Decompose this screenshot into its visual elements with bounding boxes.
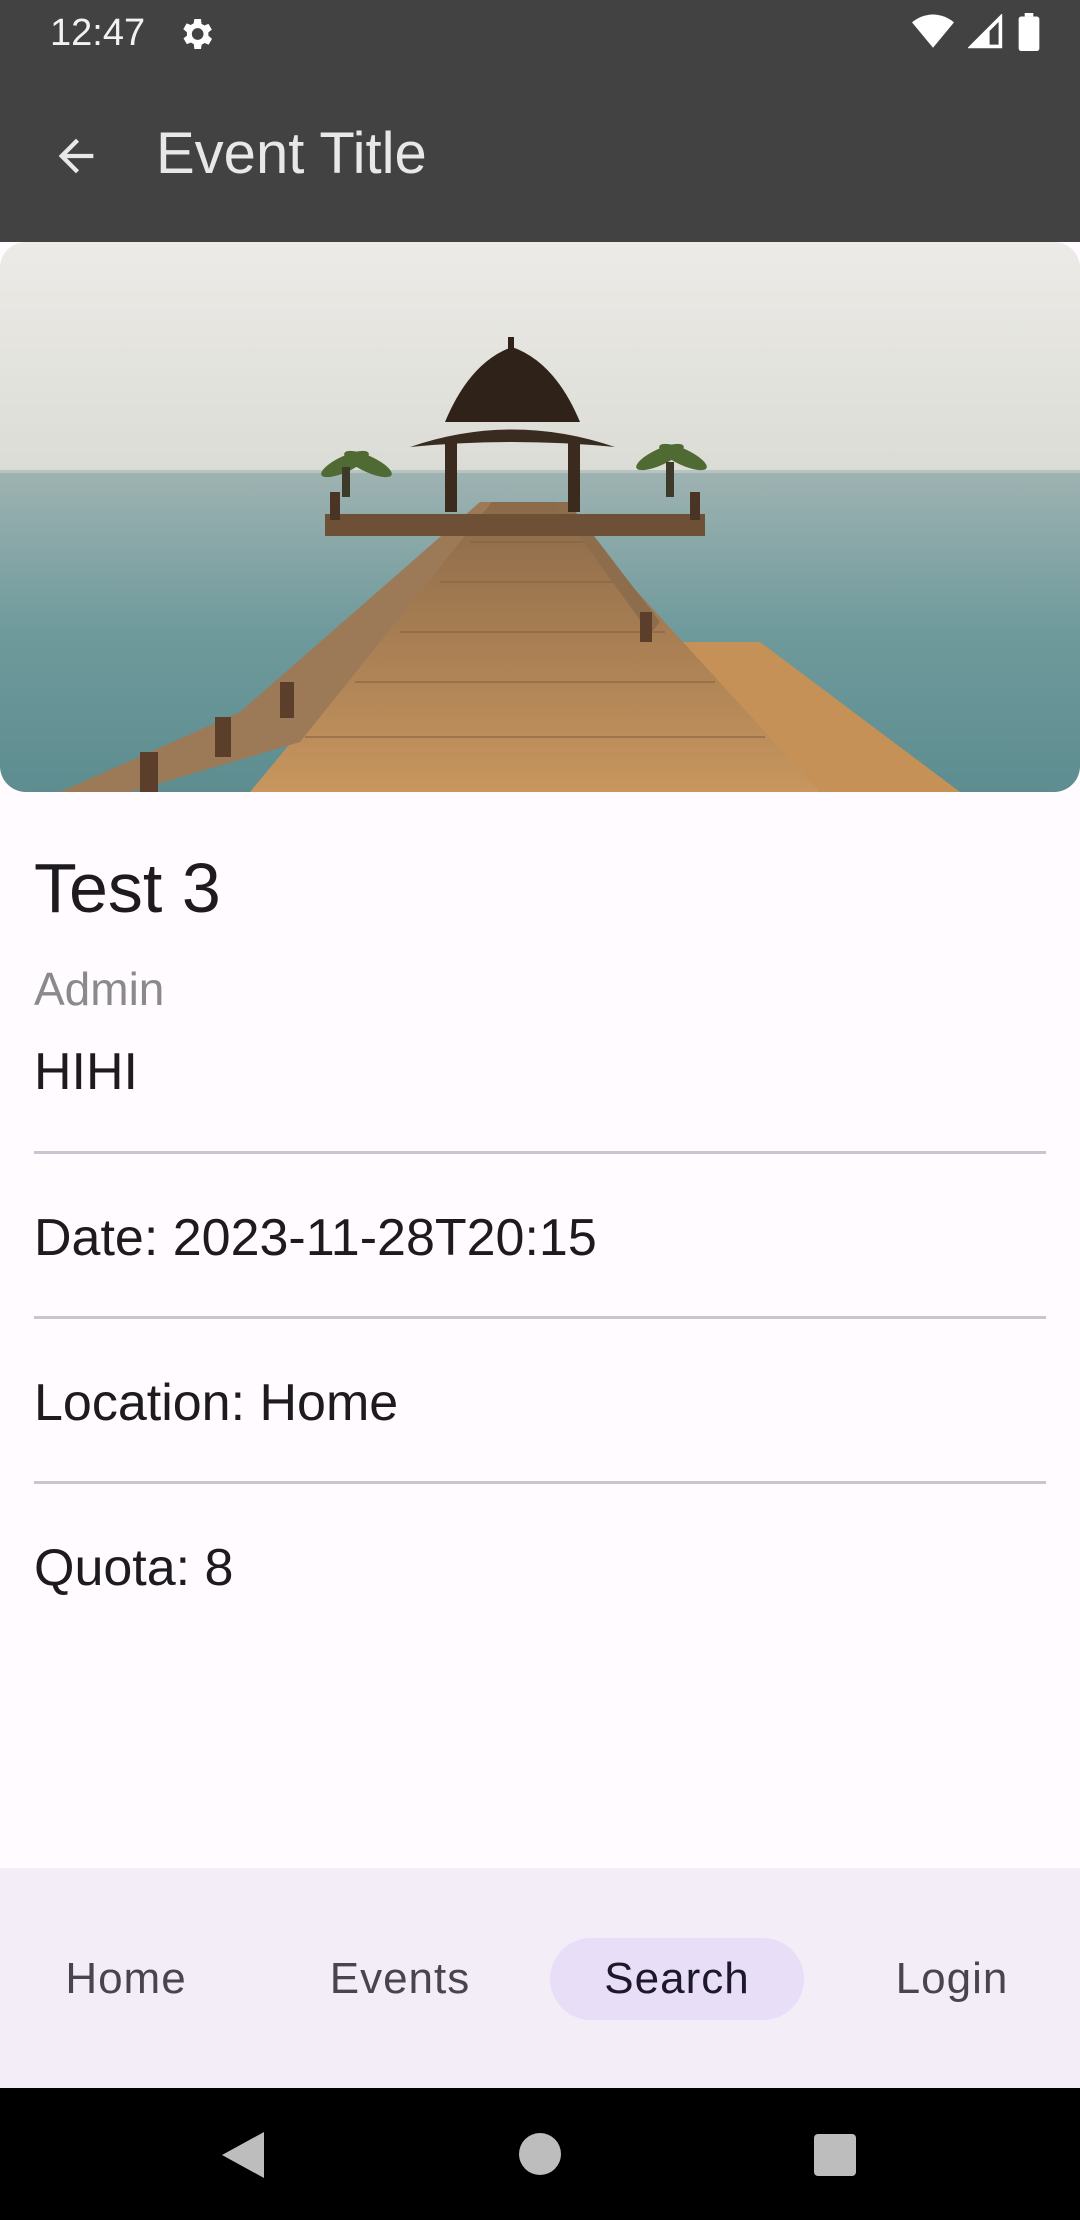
battery-icon bbox=[1018, 12, 1040, 56]
event-description: HIHI bbox=[34, 1043, 138, 1101]
nav-home-label: Home bbox=[65, 1954, 187, 2003]
back-button[interactable] bbox=[40, 122, 112, 194]
event-location: Location: Home bbox=[34, 1374, 399, 1432]
event-owner: Admin bbox=[34, 963, 165, 1015]
back-triangle-icon[interactable] bbox=[222, 2132, 264, 2183]
bottom-navigation: Home Events Search Login bbox=[0, 1868, 1080, 2088]
nav-events[interactable]: Events bbox=[310, 1938, 490, 2020]
home-circle-icon[interactable] bbox=[518, 2132, 562, 2181]
nav-home[interactable]: Home bbox=[40, 1938, 212, 2020]
gear-icon bbox=[176, 14, 216, 54]
event-image bbox=[0, 242, 1080, 792]
arrow-left-icon bbox=[50, 130, 102, 187]
divider bbox=[34, 1151, 1046, 1154]
cellular-icon bbox=[967, 12, 1004, 55]
wifi-icon bbox=[912, 14, 954, 55]
page-title: Event Title bbox=[156, 121, 427, 186]
nav-events-label: Events bbox=[329, 1954, 471, 2003]
top-app-bar: Event Title bbox=[0, 66, 1080, 242]
nav-search-label: Search bbox=[604, 1954, 750, 2003]
nav-login-label: Login bbox=[895, 1954, 1009, 2003]
status-bar: 12:47 bbox=[0, 0, 1080, 66]
nav-search[interactable]: Search bbox=[550, 1938, 804, 2020]
event-quota: Quota: 8 bbox=[34, 1539, 234, 1597]
system-navigation-bar bbox=[0, 2088, 1080, 2220]
event-name: Test 3 bbox=[34, 849, 221, 927]
recents-square-icon[interactable] bbox=[814, 2134, 856, 2181]
divider bbox=[34, 1316, 1046, 1319]
divider bbox=[34, 1481, 1046, 1484]
nav-login[interactable]: Login bbox=[872, 1938, 1032, 2020]
status-time: 12:47 bbox=[50, 12, 146, 54]
event-date: Date: 2023-11-28T20:15 bbox=[34, 1209, 597, 1267]
